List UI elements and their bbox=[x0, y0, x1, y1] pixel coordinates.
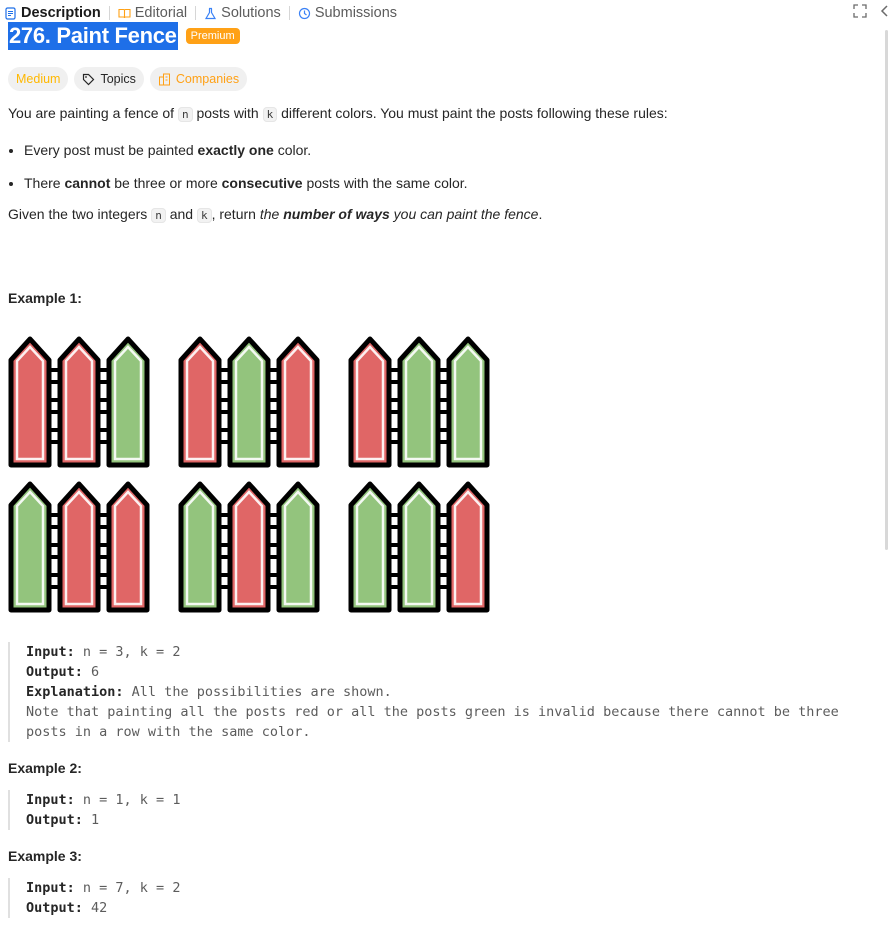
fence-illustration bbox=[8, 335, 873, 615]
example-2-block: Input: n = 1, k = 1 Output: 1 bbox=[8, 790, 873, 830]
premium-badge[interactable]: Premium bbox=[185, 28, 240, 44]
tab-label: Editorial bbox=[134, 5, 188, 21]
fence-svg bbox=[348, 336, 490, 468]
fence-svg bbox=[178, 336, 320, 468]
problem-task: Given the two integers n and k, return t… bbox=[8, 206, 543, 223]
rules-list: Every post must be painted exactly one c… bbox=[8, 140, 873, 193]
fence-drawing bbox=[8, 335, 178, 470]
inline-code-n: n bbox=[151, 208, 166, 223]
fence-drawing bbox=[178, 480, 348, 615]
fence-drawing bbox=[178, 335, 348, 470]
companies-label: Companies bbox=[175, 72, 240, 86]
problem-title: 276. Paint Fence bbox=[8, 22, 178, 50]
building-icon bbox=[158, 73, 170, 85]
example-3-title: Example 3: bbox=[8, 848, 82, 864]
topics-button[interactable]: Topics bbox=[74, 67, 144, 91]
history-icon bbox=[298, 7, 310, 19]
example-1-block: Input: n = 3, k = 2 Output: 6 Explanatio… bbox=[8, 642, 873, 742]
tab-label: Solutions bbox=[221, 5, 281, 21]
fence-svg bbox=[348, 481, 490, 613]
fence-svg bbox=[8, 481, 150, 613]
example-3-block: Input: n = 7, k = 2 Output: 42 bbox=[8, 878, 873, 918]
difficulty-badge: Medium bbox=[8, 67, 69, 91]
scrollbar[interactable] bbox=[885, 30, 888, 550]
description-icon bbox=[5, 6, 16, 20]
inline-code-k: k bbox=[262, 107, 278, 122]
tab-label: Submissions bbox=[314, 5, 398, 21]
example-2-title: Example 2: bbox=[8, 760, 82, 776]
tab-solutions[interactable]: Solutions bbox=[200, 5, 285, 21]
tab-submissions[interactable]: Submissions bbox=[294, 5, 401, 21]
problem-description: 276. Paint Fence Premium Medium Topics C… bbox=[8, 22, 873, 918]
list-item: Every post must be painted exactly one c… bbox=[24, 140, 873, 160]
book-icon bbox=[118, 8, 131, 18]
tab-editorial[interactable]: Editorial bbox=[114, 5, 191, 21]
tab-description[interactable]: Description bbox=[0, 5, 105, 21]
fence-drawing bbox=[8, 480, 178, 615]
flask-icon bbox=[205, 7, 217, 19]
companies-button[interactable]: Companies bbox=[149, 67, 248, 91]
expand-icon[interactable] bbox=[853, 4, 867, 18]
example-1-title: Example 1: bbox=[8, 290, 82, 306]
fence-svg bbox=[178, 481, 320, 613]
inline-code-k: k bbox=[196, 208, 212, 223]
topics-label: Topics bbox=[100, 72, 136, 86]
tab-label: Description bbox=[21, 5, 101, 21]
problem-intro: You are painting a fence of n posts with… bbox=[8, 105, 668, 122]
tab-divider bbox=[108, 6, 110, 20]
difficulty-label: Medium bbox=[16, 72, 61, 86]
inline-code-n: n bbox=[177, 107, 193, 122]
tab-divider bbox=[195, 6, 197, 20]
tag-icon bbox=[83, 73, 95, 85]
chevron-left-icon[interactable] bbox=[879, 4, 889, 18]
fence-drawing bbox=[348, 335, 518, 470]
fence-drawing bbox=[348, 480, 518, 615]
fence-svg bbox=[8, 336, 150, 468]
tab-divider bbox=[288, 6, 290, 20]
list-item: There cannot be three or more consecutiv… bbox=[24, 173, 873, 193]
